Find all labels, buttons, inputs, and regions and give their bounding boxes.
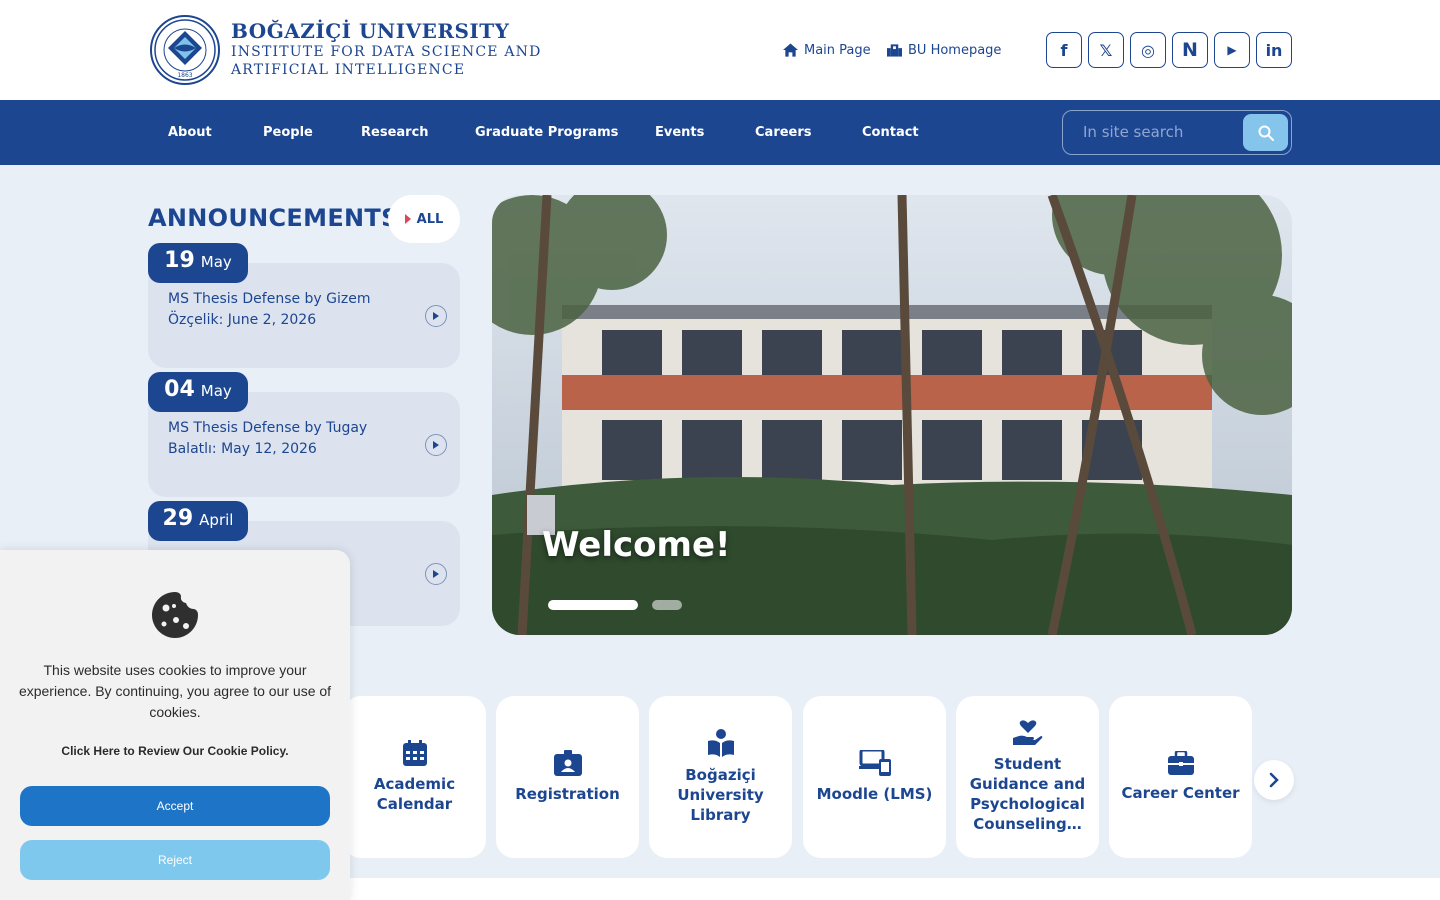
quick-link-label: Registration xyxy=(515,785,620,803)
cookie-icon xyxy=(152,592,198,638)
slider-caption: Welcome! xyxy=(542,525,731,565)
date-day: 29 xyxy=(162,506,194,531)
cookie-accept-button[interactable]: Accept xyxy=(20,786,330,826)
nav-contact[interactable]: Contact xyxy=(862,100,919,165)
campus-building-photo xyxy=(492,195,1292,635)
announcement-arrow-icon[interactable] xyxy=(425,305,447,327)
bu-homepage-label: BU Homepage xyxy=(908,42,1002,58)
cookie-consent-banner: This website uses cookies to improve you… xyxy=(0,550,350,900)
cookie-reject-button[interactable]: Reject xyxy=(20,840,330,880)
quick-link-academic-calendar[interactable]: Academic Calendar xyxy=(343,696,486,858)
announcements-title: ANNOUNCEMENTS xyxy=(148,204,399,232)
devices-icon xyxy=(858,750,891,776)
quick-link-library[interactable]: Boğaziçi University Library xyxy=(649,696,792,858)
announcement-title[interactable]: MS Thesis Defense by Tugay Balatlı: May … xyxy=(168,418,398,460)
main-nav: About People Research Graduate Programs … xyxy=(0,100,1440,165)
slider-dot[interactable] xyxy=(652,600,682,610)
nav-careers[interactable]: Careers xyxy=(755,100,812,165)
cookie-message: This website uses cookies to improve you… xyxy=(18,662,332,720)
briefcase-icon xyxy=(1167,751,1194,775)
university-name: BOĞAZİÇİ UNIVERSITY xyxy=(231,19,510,43)
main-page-label: Main Page xyxy=(804,42,871,58)
nsosyal-button[interactable]: N xyxy=(1172,32,1208,68)
home-icon xyxy=(783,43,798,57)
caret-right-icon xyxy=(404,214,411,224)
top-bar: 1863 BOĞAZİÇİ UNIVERSITY INSTITUTE FOR D… xyxy=(0,0,1440,100)
main-page-link[interactable]: Main Page xyxy=(783,40,871,60)
cookie-policy-link[interactable]: Click Here to Review Our Cookie Policy. xyxy=(0,744,350,758)
announcement-title[interactable]: MS Thesis Defense by Gizem Özçelik: June… xyxy=(168,289,398,331)
svg-text:1863: 1863 xyxy=(177,72,192,79)
nav-people[interactable]: People xyxy=(263,100,313,165)
youtube-button[interactable]: ▶ xyxy=(1214,32,1250,68)
institute-name: INSTITUTE FOR DATA SCIENCE AND ARTIFICIA… xyxy=(231,44,542,78)
university-logo[interactable]: 1863 xyxy=(150,15,220,85)
linkedin-button[interactable]: in xyxy=(1256,32,1292,68)
date-day: 19 xyxy=(164,248,195,273)
nav-about[interactable]: About xyxy=(168,100,212,165)
calendar-icon xyxy=(402,740,427,766)
site-search[interactable]: In site search xyxy=(1062,110,1292,155)
nav-graduate-programs[interactable]: Graduate Programs xyxy=(475,100,618,165)
announcement-date: 29 April xyxy=(148,501,248,541)
id-badge-icon xyxy=(553,750,582,776)
facebook-icon: f xyxy=(1060,40,1068,60)
search-button[interactable] xyxy=(1243,114,1288,151)
quick-link-label: Career Center xyxy=(1121,784,1240,802)
chevron-right-icon xyxy=(1269,772,1279,788)
date-month: April xyxy=(199,511,234,529)
quick-link-label: Boğaziçi University Library xyxy=(677,766,764,824)
bu-homepage-link[interactable]: BU Homepage xyxy=(887,40,1001,60)
quick-link-career-center[interactable]: Career Center xyxy=(1109,696,1252,858)
nsosyal-icon: N xyxy=(1182,39,1198,61)
announcement-date: 19 May xyxy=(148,243,248,283)
slider-dot-active[interactable] xyxy=(548,600,638,610)
all-label: ALL xyxy=(416,211,444,227)
book-reader-icon xyxy=(707,729,734,757)
announcement-arrow-icon[interactable] xyxy=(425,434,447,456)
hero-slider[interactable]: Welcome! xyxy=(492,195,1292,635)
date-month: May xyxy=(200,253,232,271)
quick-link-moodle[interactable]: Moodle (LMS) xyxy=(803,696,946,858)
nav-research[interactable]: Research xyxy=(361,100,429,165)
quick-link-label: Student Guidance and Psychological Couns… xyxy=(969,755,1086,833)
instagram-icon: ◎ xyxy=(1141,40,1155,60)
x-icon: 𝕏 xyxy=(1099,40,1113,60)
x-button[interactable]: 𝕏 xyxy=(1088,32,1124,68)
quick-link-registration[interactable]: Registration xyxy=(496,696,639,858)
announcement-arrow-icon[interactable] xyxy=(425,563,447,585)
youtube-icon: ▶ xyxy=(1227,43,1237,57)
all-announcements-button[interactable]: ALL xyxy=(388,195,460,243)
hand-heart-icon xyxy=(1012,720,1042,745)
linkedin-icon: in xyxy=(1265,40,1283,60)
quick-link-label: Academic Calendar xyxy=(373,775,456,813)
instagram-button[interactable]: ◎ xyxy=(1130,32,1166,68)
nav-events[interactable]: Events xyxy=(655,100,704,165)
date-month: May xyxy=(200,382,232,400)
search-input[interactable]: In site search xyxy=(1083,123,1183,141)
building-icon xyxy=(887,44,902,57)
announcement-date: 04 May xyxy=(148,372,248,412)
quick-links-next-button[interactable] xyxy=(1254,760,1294,800)
search-icon xyxy=(1258,125,1274,141)
quick-link-counseling[interactable]: Student Guidance and Psychological Couns… xyxy=(956,696,1099,858)
facebook-button[interactable]: f xyxy=(1046,32,1082,68)
date-day: 04 xyxy=(164,377,195,402)
quick-link-label: Moodle (LMS) xyxy=(816,785,933,803)
